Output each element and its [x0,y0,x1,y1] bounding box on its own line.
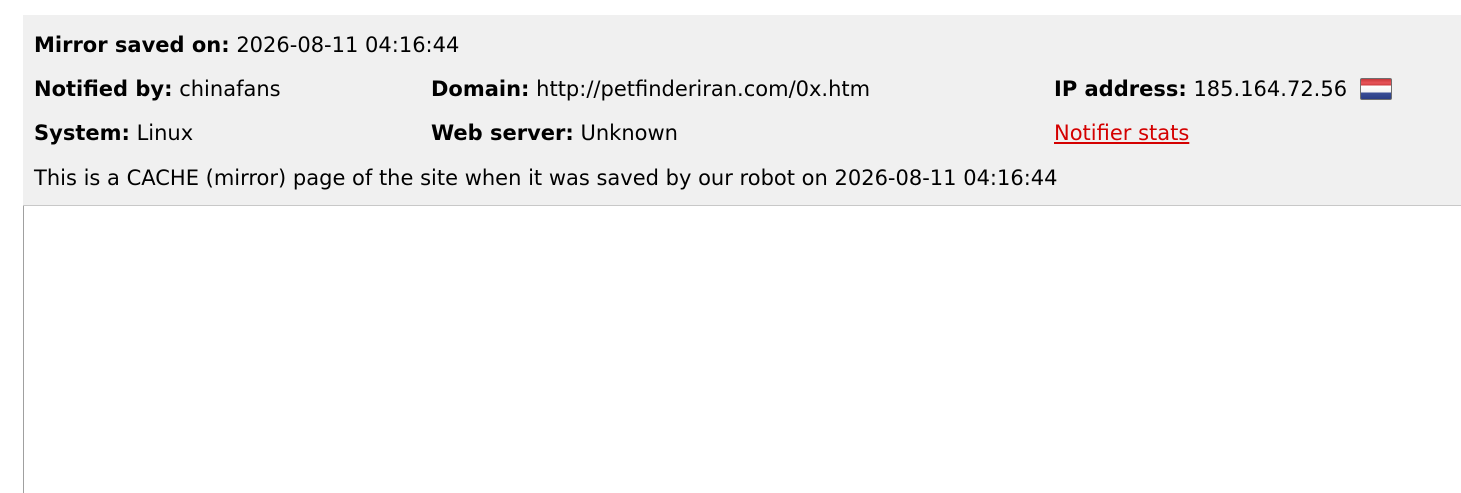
domain-field: Domain: http://petfinderiran.com/0x.htm [431,74,870,104]
system-field: System: Linux [34,118,193,148]
web-server-value: Unknown [580,121,678,145]
web-server-field: Web server: Unknown [431,118,678,148]
mirror-saved-value: 2026-08-11 04:16:44 [236,33,460,57]
ip-address-field: IP address: 185.164.72.56 [1054,74,1392,104]
domain-value: http://petfinderiran.com/0x.htm [536,77,871,101]
system-value: Linux [136,121,194,145]
mirrored-page-frame[interactable] [23,206,1461,493]
ip-address-value: 185.164.72.56 [1193,77,1348,101]
notified-by-label: Notified by: [34,77,173,101]
ip-address-label: IP address: [1054,77,1187,101]
system-label: System: [34,121,130,145]
mirror-saved-row: Mirror saved on: 2026-08-11 04:16:44 [34,30,459,60]
notified-by-value: chinafans [179,77,281,101]
notifier-stats-field: Notifier stats [1054,118,1189,148]
cache-notice: This is a CACHE (mirror) page of the sit… [34,166,1058,190]
web-server-label: Web server: [431,121,574,145]
netherlands-flag-icon [1359,78,1392,100]
notifier-stats-link[interactable]: Notifier stats [1054,121,1189,145]
domain-label: Domain: [431,77,530,101]
mirror-saved-label: Mirror saved on: [34,33,230,57]
notified-by-field: Notified by: chinafans [34,74,281,104]
mirror-info-panel: Mirror saved on: 2026-08-11 04:16:44 Not… [23,15,1461,206]
